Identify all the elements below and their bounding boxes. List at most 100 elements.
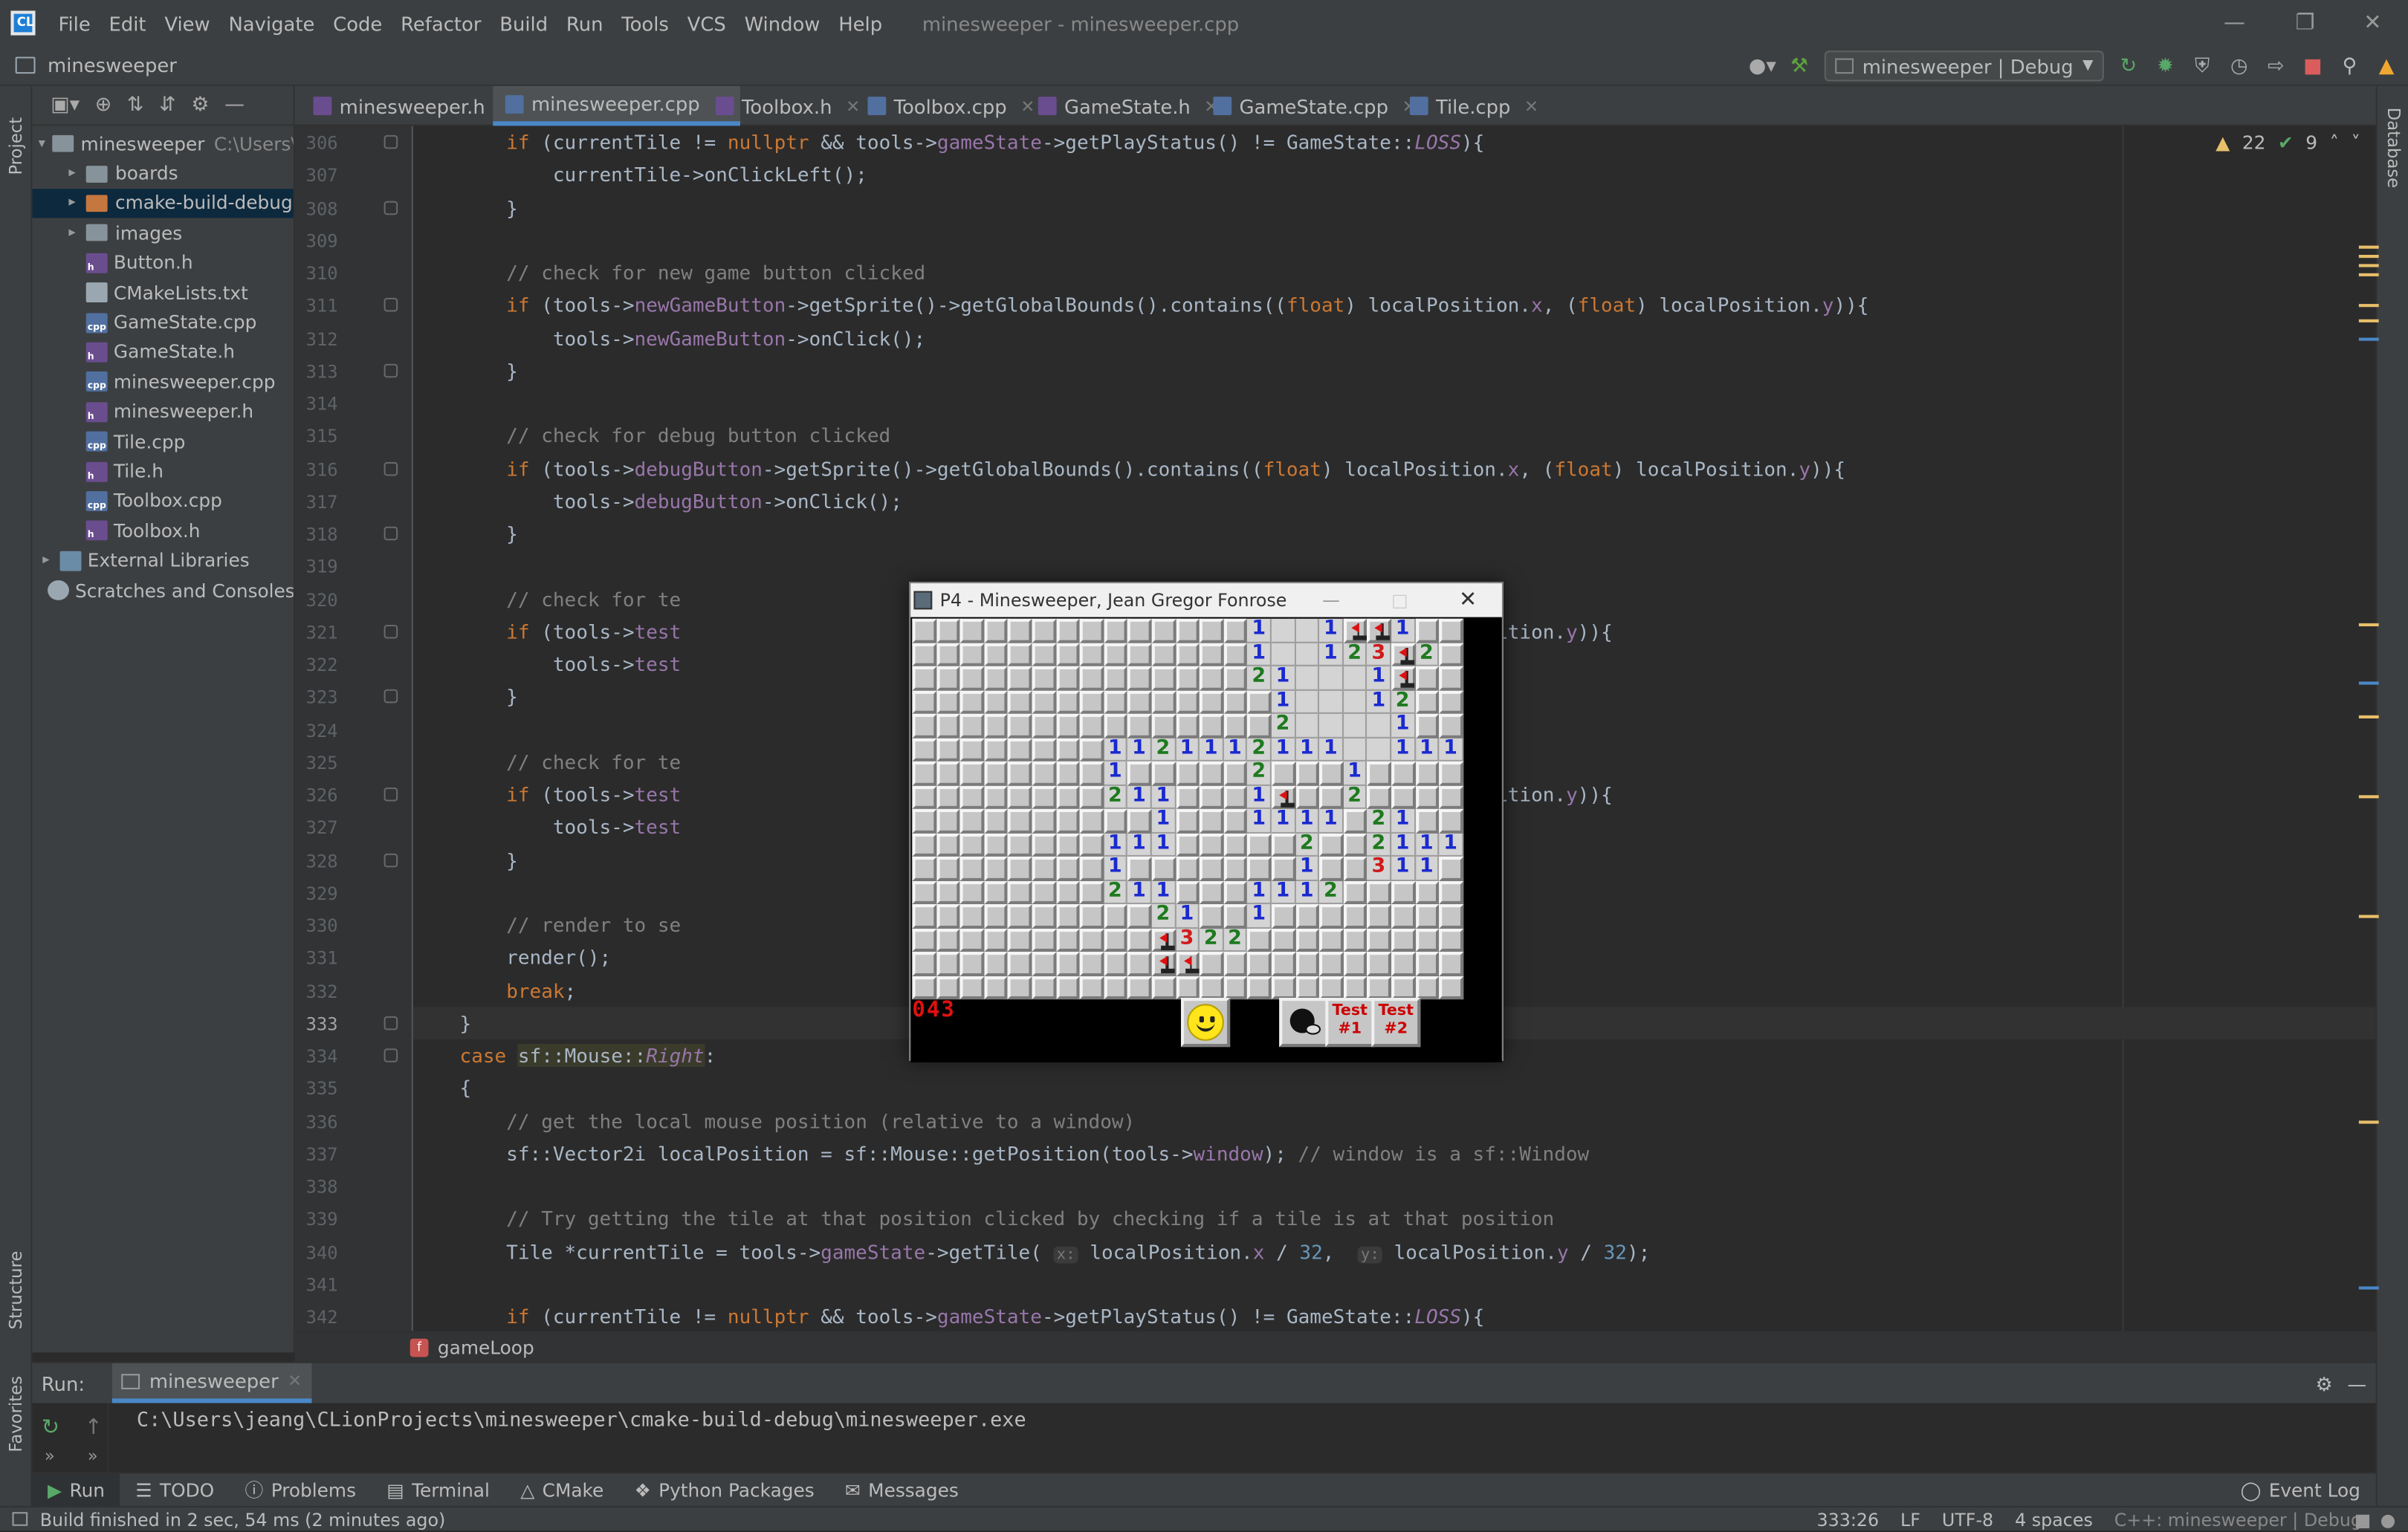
- tile-revealed[interactable]: 1: [1439, 831, 1463, 857]
- debug-button[interactable]: [1279, 998, 1329, 1048]
- tile-hidden[interactable]: [1247, 713, 1272, 738]
- tile-hidden[interactable]: [1175, 976, 1200, 1000]
- tile-hidden[interactable]: [1079, 928, 1104, 952]
- tile-revealed[interactable]: 2: [1343, 784, 1368, 809]
- tile-hidden[interactable]: [1127, 666, 1152, 690]
- tile-hidden[interactable]: [1008, 832, 1032, 857]
- tile-hidden[interactable]: [1439, 689, 1463, 714]
- tile-hidden[interactable]: [959, 642, 985, 666]
- hide-icon[interactable]: —: [224, 94, 245, 117]
- tile-hidden[interactable]: [1055, 666, 1080, 690]
- tile-hidden[interactable]: [1223, 856, 1248, 880]
- close-tab-icon[interactable]: ✕: [1524, 96, 1538, 116]
- project-tool-tab[interactable]: Project: [6, 98, 26, 175]
- tab-toolbox-cpp[interactable]: Toolbox.cpp ✕: [855, 86, 1047, 126]
- tile-revealed[interactable]: 1: [1391, 831, 1416, 857]
- tile-hidden[interactable]: [1247, 976, 1272, 1000]
- tile-revealed[interactable]: 2: [1104, 784, 1128, 809]
- tile-hidden[interactable]: [1079, 832, 1104, 857]
- tile-hidden[interactable]: [1271, 952, 1296, 976]
- database-tool-tab[interactable]: Database: [2383, 108, 2404, 200]
- tile-hidden[interactable]: [984, 785, 1009, 809]
- tree-item-toolbox-h[interactable]: h Toolbox.h: [32, 516, 293, 546]
- tile-revealed[interactable]: 2: [1367, 808, 1392, 833]
- tile-hidden[interactable]: [1127, 928, 1152, 952]
- tile-revealed[interactable]: 1: [1127, 879, 1152, 904]
- tile-flagged[interactable]: [1391, 642, 1416, 666]
- indent-setting[interactable]: 4 spaces: [2015, 1509, 2093, 1531]
- line-number[interactable]: 306: [295, 132, 338, 154]
- scroll-marker[interactable]: [2358, 1286, 2379, 1290]
- tile-hidden[interactable]: [1415, 880, 1440, 904]
- tile-hidden[interactable]: [1175, 808, 1200, 833]
- tile-hidden[interactable]: [1079, 952, 1104, 976]
- tile-hidden[interactable]: [1104, 642, 1128, 666]
- expand-all-icon[interactable]: ⇅: [127, 94, 144, 117]
- tree-item-minesweeper[interactable]: ▾ minesweeper C:\Users\je: [32, 129, 294, 159]
- tile-hidden[interactable]: [1223, 713, 1248, 738]
- tile-hidden[interactable]: [912, 642, 936, 666]
- tile-hidden[interactable]: [1415, 618, 1440, 643]
- line-number[interactable]: 322: [295, 654, 338, 675]
- tile-hidden[interactable]: [1343, 928, 1368, 952]
- tile-hidden[interactable]: [984, 880, 1009, 904]
- tool-tab-cmake[interactable]: △ CMake: [505, 1473, 619, 1507]
- tree-item-external-libraries[interactable]: ▸ External Libraries: [32, 546, 293, 576]
- tile-hidden[interactable]: [1343, 952, 1368, 976]
- tile-revealed[interactable]: 1: [1151, 879, 1176, 904]
- tile-revealed[interactable]: 1: [1391, 617, 1416, 643]
- tile-revealed[interactable]: [1343, 689, 1368, 714]
- tile-hidden[interactable]: [1151, 689, 1176, 714]
- tile-hidden[interactable]: [1079, 808, 1104, 833]
- tile-hidden[interactable]: [1032, 976, 1056, 1000]
- tile-hidden[interactable]: [1343, 903, 1368, 929]
- tile-hidden[interactable]: [1008, 666, 1032, 690]
- chevron-right-icon[interactable]: ▸: [65, 195, 80, 211]
- tile-hidden[interactable]: [912, 666, 936, 690]
- chevron-down-icon[interactable]: ˅: [2352, 132, 2360, 154]
- tile-hidden[interactable]: [1079, 642, 1104, 666]
- tile-revealed[interactable]: [1343, 666, 1368, 690]
- tile-hidden[interactable]: [1104, 666, 1128, 690]
- tile-revealed[interactable]: 1: [1127, 831, 1152, 857]
- tile-hidden[interactable]: [984, 976, 1009, 1000]
- tile-hidden[interactable]: [1415, 761, 1440, 785]
- fold-marker-icon[interactable]: [383, 689, 398, 704]
- tile-hidden[interactable]: [936, 903, 960, 929]
- tree-item-boards[interactable]: ▸ boards: [32, 159, 293, 189]
- tile-revealed[interactable]: 1: [1247, 641, 1272, 666]
- tile-hidden[interactable]: [1055, 928, 1080, 952]
- more-icon[interactable]: »: [45, 1446, 55, 1466]
- tile-hidden[interactable]: [1055, 618, 1080, 643]
- tile-flagged[interactable]: [1391, 666, 1416, 690]
- tree-item-images[interactable]: ▸ images: [32, 218, 293, 248]
- maximize-icon[interactable]: □: [1391, 589, 1408, 611]
- tile-hidden[interactable]: [1200, 856, 1224, 880]
- tile-hidden[interactable]: [1055, 713, 1080, 738]
- tile-hidden[interactable]: [1175, 689, 1200, 714]
- tile-hidden[interactable]: [1104, 808, 1128, 833]
- tile-hidden[interactable]: [936, 737, 960, 762]
- tile-hidden[interactable]: [1415, 689, 1440, 714]
- tile-hidden[interactable]: [1032, 642, 1056, 666]
- file-encoding[interactable]: UTF-8: [1942, 1509, 1993, 1531]
- tile-hidden[interactable]: [1367, 928, 1392, 952]
- tile-hidden[interactable]: [1032, 666, 1056, 690]
- tile-hidden[interactable]: [984, 737, 1009, 762]
- tile-hidden[interactable]: [1223, 618, 1248, 643]
- tile-revealed[interactable]: 1: [1295, 879, 1320, 904]
- tile-hidden[interactable]: [1008, 689, 1032, 714]
- tile-hidden[interactable]: [1319, 928, 1344, 952]
- tile-hidden[interactable]: [959, 713, 985, 738]
- tile-hidden[interactable]: [1032, 928, 1056, 952]
- tile-revealed[interactable]: 1: [1151, 784, 1176, 809]
- tile-hidden[interactable]: [1271, 832, 1296, 857]
- tile-hidden[interactable]: [1079, 856, 1104, 880]
- line-number[interactable]: 329: [295, 883, 338, 904]
- tile-hidden[interactable]: [1008, 952, 1032, 976]
- fold-marker-icon[interactable]: [383, 200, 398, 215]
- tile-hidden[interactable]: [1343, 880, 1368, 904]
- tile-revealed[interactable]: 1: [1104, 736, 1128, 762]
- tile-hidden[interactable]: [936, 880, 960, 904]
- tile-revealed[interactable]: 1: [1391, 855, 1416, 880]
